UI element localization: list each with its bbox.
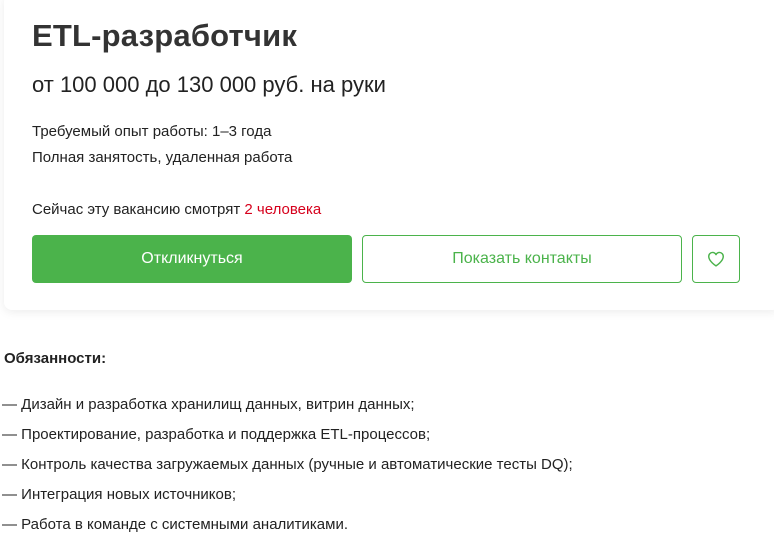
viewers-prefix: Сейчас эту вакансию смотрят <box>32 201 241 218</box>
duty-item: — Контроль качества загружаемых данных (… <box>2 456 573 473</box>
respond-button[interactable]: Откликнуться <box>32 235 352 283</box>
duty-item: — Работа в команде с системными аналитик… <box>2 516 349 533</box>
show-contacts-button[interactable]: Показать контакты <box>362 235 682 283</box>
experience-requirement: Требуемый опыт работы: 1–3 года <box>32 123 272 140</box>
duty-item: — Дизайн и разработка хранилищ данных, в… <box>2 396 415 413</box>
viewers-info: Сейчас эту вакансию смотрят 2 человека <box>32 201 321 218</box>
vacancy-title: ETL-разработчик <box>32 18 298 53</box>
vacancy-page: ETL-разработчик от 100 000 до 130 000 ру… <box>0 0 774 546</box>
employment-type: Полная занятость, удаленная работа <box>32 149 293 166</box>
duty-item: — Проектирование, разработка и поддержка… <box>2 426 431 443</box>
vacancy-salary: от 100 000 до 130 000 руб. на руки <box>32 72 386 97</box>
heart-icon <box>707 251 725 267</box>
duty-item: — Интеграция новых источников; <box>2 486 237 503</box>
favorite-button[interactable] <box>692 235 740 283</box>
duties-list: — Дизайн и разработка хранилищ данных, в… <box>2 390 573 540</box>
duties-heading: Обязанности: <box>4 350 107 367</box>
viewers-count[interactable]: 2 человека <box>244 201 321 218</box>
